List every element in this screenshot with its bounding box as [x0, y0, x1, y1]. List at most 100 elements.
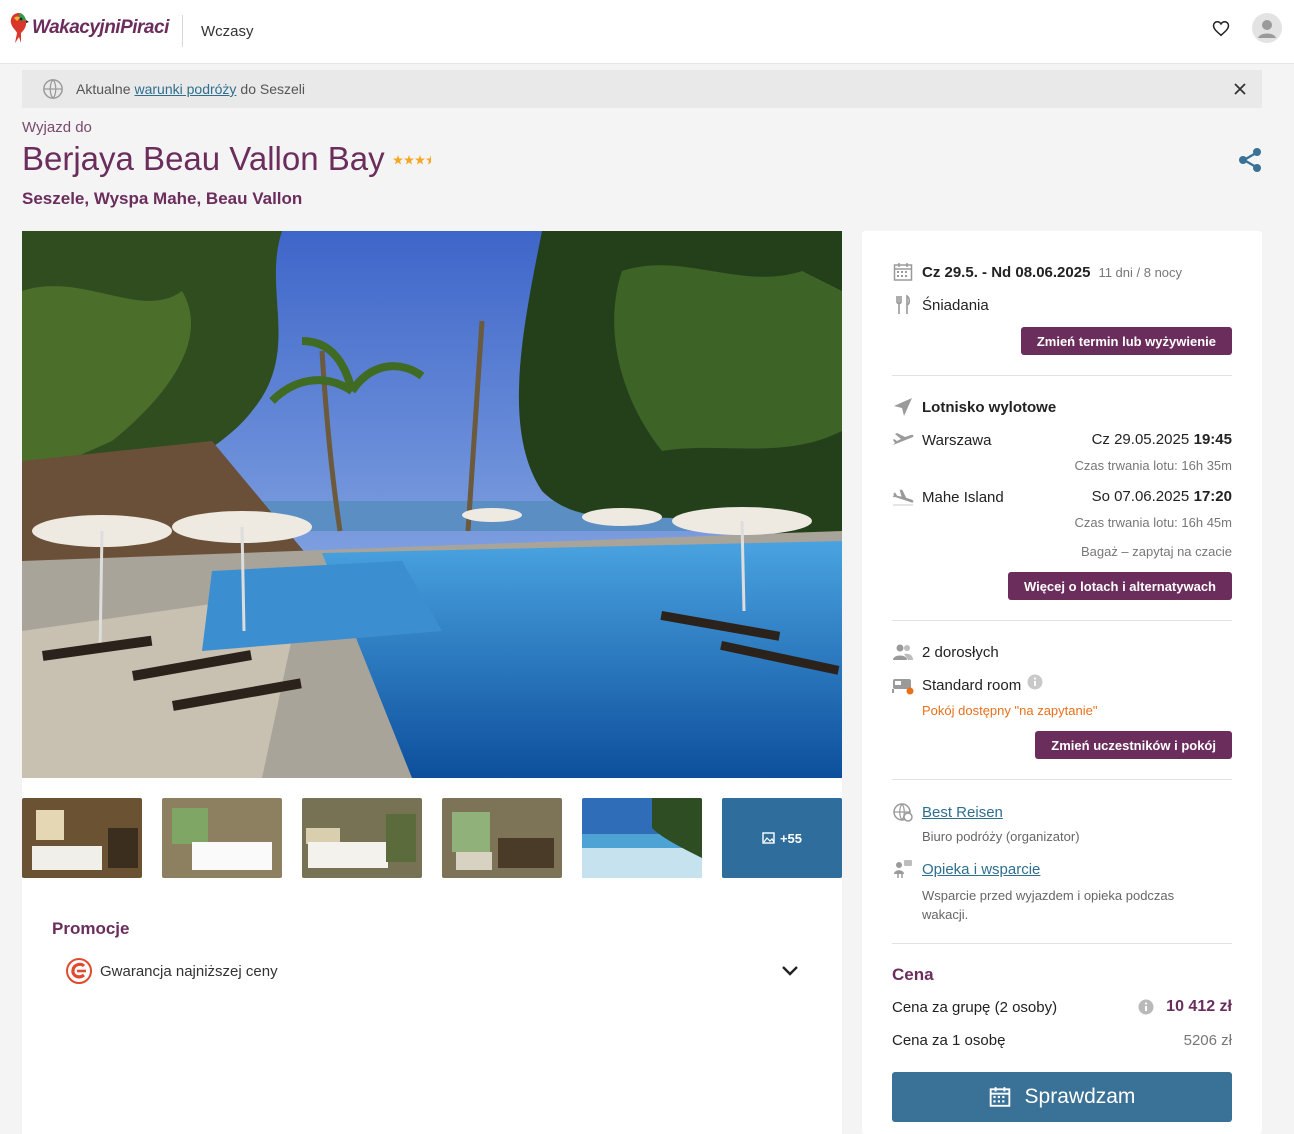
- inbound-time: 17:20: [1193, 488, 1232, 505]
- calendar-icon: [989, 1087, 1010, 1107]
- logo[interactable]: WakacyjniPiraci: [8, 8, 169, 48]
- outbound-date: Cz 29.05.2025: [1091, 431, 1190, 448]
- outbound-flight-row: Warszawa: [892, 429, 991, 451]
- heart-icon: [1212, 20, 1230, 36]
- inbound-city: Mahe Island: [922, 488, 1004, 506]
- gallery-panel: +55 Promocje Gwarancja najniższej ceny: [22, 231, 842, 1134]
- promo-best-price-row[interactable]: Gwarancja najniższej ceny: [66, 957, 800, 985]
- hotel-location: Seszele, Wyspa Mahe, Beau Vallon: [22, 189, 303, 208]
- info-icon[interactable]: [1027, 674, 1043, 690]
- board-row: Śniadania: [892, 294, 989, 316]
- globe-icon: [43, 79, 63, 99]
- cutlery-icon: [892, 294, 914, 316]
- promo-item-label: Gwarancja najniższej ceny: [100, 962, 278, 980]
- thumbnail-1[interactable]: [22, 798, 142, 878]
- support-row: Opieka i wsparcie: [892, 858, 1040, 880]
- account-button[interactable]: [1251, 12, 1283, 44]
- price-title: Cena: [892, 965, 934, 984]
- parrot-logo-icon: [10, 13, 29, 43]
- travel-conditions-link[interactable]: warunki podróży: [134, 81, 236, 97]
- title-row: Berjaya Beau Vallon Bay: [22, 140, 437, 178]
- group-price-label: Cena za grupę (2 osoby): [892, 999, 1058, 1016]
- trip-dates-row: Cz 29.5. - Nd 08.06.2025 11 dni / 8 nocy: [892, 261, 1182, 283]
- person-price-value: 5206 zł: [1183, 1032, 1232, 1049]
- pool-photo-image: [22, 231, 842, 778]
- support-description: Wsparcie przed wyjazdem i opieka podczas…: [922, 888, 1175, 922]
- separator: [892, 779, 1232, 780]
- nav-wczasy[interactable]: Wczasy: [201, 23, 254, 40]
- check-availability-button[interactable]: Sprawdzam: [892, 1072, 1232, 1122]
- airport-title: Lotnisko wylotowe: [922, 398, 1057, 416]
- more-flights-button[interactable]: Więcej o lotach i alternatywach: [1007, 572, 1232, 600]
- beach-photo-thumbnail: [582, 798, 702, 878]
- room-row: Standard room: [892, 674, 1043, 696]
- organizer-row: Best Reisen: [892, 801, 1003, 823]
- travel-notice-banner: Aktualne warunki podróży do Seszeli: [22, 70, 1262, 108]
- support-link[interactable]: Opieka i wsparcie: [922, 861, 1040, 878]
- outbound-datetime: Cz 29.05.2025 19:45: [1092, 431, 1232, 449]
- thumbnail-2[interactable]: [162, 798, 282, 878]
- room-type: Standard room: [922, 676, 1022, 694]
- baggage-info: Bagaż – zapytaj na czacie: [1080, 544, 1232, 559]
- trip-duration: 11 dni / 8 nocy: [1098, 264, 1183, 280]
- booking-panel: Cz 29.5. - Nd 08.06.2025 11 dni / 8 nocy…: [862, 231, 1262, 1134]
- support-chat-icon: [892, 858, 914, 880]
- outbound-city: Warszawa: [922, 431, 992, 449]
- navigation-arrow-icon: [892, 396, 914, 418]
- share-icon: [1239, 148, 1261, 172]
- plane-takeoff-icon: [892, 429, 914, 451]
- hero-photo[interactable]: [22, 231, 842, 778]
- change-term-button[interactable]: Zmień termin lub wyżywienie: [1020, 327, 1232, 355]
- thumbnail-more[interactable]: +55: [722, 798, 842, 878]
- notice-close-button[interactable]: [1230, 79, 1250, 99]
- travellers-count: 2 dorosłych: [922, 643, 999, 661]
- favorites-button[interactable]: [1205, 12, 1237, 44]
- inbound-datetime: So 07.06.2025 17:20: [1092, 488, 1232, 506]
- separator: [892, 620, 1232, 621]
- cta-label: Sprawdzam: [1024, 1085, 1136, 1108]
- separator: [892, 375, 1232, 376]
- outbound-time: 19:45: [1193, 431, 1232, 448]
- person-price-label: Cena za 1 osobę: [892, 1032, 1006, 1049]
- more-photos-label: +55: [722, 798, 842, 878]
- separator: [892, 943, 1232, 944]
- travellers-row: 2 dorosłych: [892, 641, 999, 663]
- outbound-flight-duration: Czas trwania lotu: 16h 35m: [1074, 458, 1232, 473]
- thumbnail-strip: +55: [22, 798, 842, 878]
- plane-landing-icon: [892, 486, 914, 508]
- inbound-flight-row: Mahe Island: [892, 486, 1004, 508]
- room-photo-thumbnail: [302, 798, 422, 878]
- inbound-flight-duration: Czas trwania lotu: 16h 45m: [1074, 515, 1232, 530]
- logo-text: WakacyjniPiraci: [32, 17, 169, 38]
- trip-eyebrow: Wyjazd do: [22, 119, 92, 136]
- close-icon: [1234, 83, 1246, 95]
- room-availability-status: Pokój dostępny "na zapytanie": [922, 703, 1098, 718]
- gallery-icon: [762, 832, 775, 844]
- calendar-icon: [892, 261, 914, 283]
- inbound-date: So 07.06.2025: [1091, 488, 1190, 505]
- organizer-link[interactable]: Best Reisen: [922, 804, 1003, 821]
- room-photo-thumbnail: [442, 798, 562, 878]
- group-price: 10 412 zł: [1138, 998, 1232, 1016]
- room-photo-thumbnail: [162, 798, 282, 878]
- board-type: Śniadania: [922, 296, 989, 314]
- promo-title: Promocje: [52, 919, 130, 938]
- hotel-stars: [392, 154, 437, 168]
- price-info-icon[interactable]: [1138, 999, 1154, 1015]
- thumbnail-3[interactable]: [302, 798, 422, 878]
- best-price-guarantee-icon: [66, 958, 92, 984]
- more-photos-count: +55: [779, 830, 803, 846]
- room-photo-thumbnail: [22, 798, 142, 878]
- chevron-down-icon: [782, 966, 798, 976]
- organizer-description: Biuro podróży (organizator): [922, 829, 1080, 844]
- share-button[interactable]: [1236, 146, 1264, 174]
- globe-gear-icon: [892, 801, 914, 823]
- user-avatar-icon: [1252, 13, 1282, 43]
- hotel-name: Berjaya Beau Vallon Bay: [22, 140, 385, 177]
- thumbnail-5[interactable]: [582, 798, 702, 878]
- people-icon: [892, 641, 914, 663]
- trip-dates: Cz 29.5. - Nd 08.06.2025: [922, 263, 1091, 281]
- thumbnail-4[interactable]: [442, 798, 562, 878]
- top-bar: WakacyjniPiraci Wczasy: [0, 0, 1294, 64]
- change-room-button[interactable]: Zmień uczestników i pokój: [1035, 731, 1232, 759]
